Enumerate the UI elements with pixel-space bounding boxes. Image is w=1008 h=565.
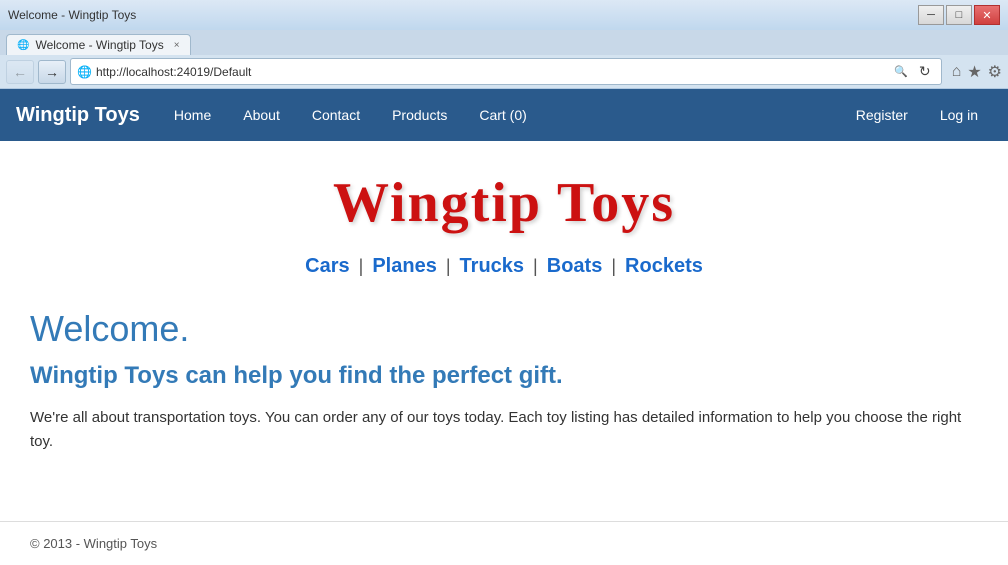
nav-cart[interactable]: Cart (0) xyxy=(465,99,540,131)
navbar-right: Register Log in xyxy=(842,99,992,131)
nav-login[interactable]: Log in xyxy=(926,99,992,131)
welcome-text: We're all about transportation toys. You… xyxy=(30,406,978,454)
sep-3: | xyxy=(533,256,538,276)
page-content: Wingtip Toys Cars | Planes | Trucks | Bo… xyxy=(0,141,1008,521)
sep-4: | xyxy=(611,256,616,276)
category-boats[interactable]: Boats xyxy=(547,255,603,277)
category-rockets[interactable]: Rockets xyxy=(625,255,703,277)
settings-icon[interactable]: ⚙ xyxy=(988,62,1002,82)
category-cars[interactable]: Cars xyxy=(305,255,349,277)
nav-home[interactable]: Home xyxy=(160,99,225,131)
tab-bar: 🌐 Welcome - Wingtip Toys × xyxy=(0,30,1008,55)
address-lock-icon: 🌐 xyxy=(77,65,92,79)
back-button[interactable]: ← xyxy=(6,60,34,84)
toolbar-icons: ⌂ ★ ⚙ xyxy=(952,62,1002,82)
sep-2: | xyxy=(446,256,451,276)
nav-products[interactable]: Products xyxy=(378,99,461,131)
address-input-wrapper: 🌐 🔍 ↻ xyxy=(70,58,942,85)
close-button[interactable]: ✕ xyxy=(974,5,1000,25)
nav-contact[interactable]: Contact xyxy=(298,99,374,131)
category-planes[interactable]: Planes xyxy=(372,255,436,277)
nav-register[interactable]: Register xyxy=(842,99,922,131)
site-title: Wingtip Toys xyxy=(30,171,978,235)
favorites-icon[interactable]: ★ xyxy=(967,62,981,82)
browser-tab[interactable]: 🌐 Welcome - Wingtip Toys × xyxy=(6,34,191,55)
address-search-button[interactable]: 🔍 xyxy=(891,65,911,78)
navbar: Wingtip Toys Home About Contact Products… xyxy=(0,89,1008,141)
home-icon[interactable]: ⌂ xyxy=(952,63,962,81)
title-bar: Welcome - Wingtip Toys ─ □ ✕ xyxy=(0,0,1008,30)
category-links: Cars | Planes | Trucks | Boats | Rockets xyxy=(30,255,978,278)
address-bar: ← → 🌐 🔍 ↻ ⌂ ★ ⚙ xyxy=(0,55,1008,89)
tab-close-button[interactable]: × xyxy=(174,40,180,51)
forward-button[interactable]: → xyxy=(38,60,66,84)
maximize-button[interactable]: □ xyxy=(946,5,972,25)
welcome-subheading: Wingtip Toys can help you find the perfe… xyxy=(30,362,978,390)
minimize-button[interactable]: ─ xyxy=(918,5,944,25)
footer: © 2013 - Wingtip Toys xyxy=(0,521,1008,565)
window-controls: ─ □ ✕ xyxy=(918,5,1000,25)
nav-about[interactable]: About xyxy=(229,99,294,131)
address-input[interactable] xyxy=(96,65,887,79)
tab-label: Welcome - Wingtip Toys xyxy=(35,38,163,52)
tab-favicon: 🌐 xyxy=(17,40,29,51)
window-title: Welcome - Wingtip Toys xyxy=(8,8,136,22)
welcome-heading: Welcome. xyxy=(30,308,978,350)
sep-1: | xyxy=(359,256,364,276)
browser-window: Welcome - Wingtip Toys ─ □ ✕ 🌐 Welcome -… xyxy=(0,0,1008,565)
navbar-brand[interactable]: Wingtip Toys xyxy=(16,104,140,127)
refresh-button[interactable]: ↻ xyxy=(915,61,935,82)
footer-text: © 2013 - Wingtip Toys xyxy=(30,536,157,551)
category-trucks[interactable]: Trucks xyxy=(460,255,524,277)
navbar-links: Home About Contact Products Cart (0) xyxy=(160,99,842,131)
